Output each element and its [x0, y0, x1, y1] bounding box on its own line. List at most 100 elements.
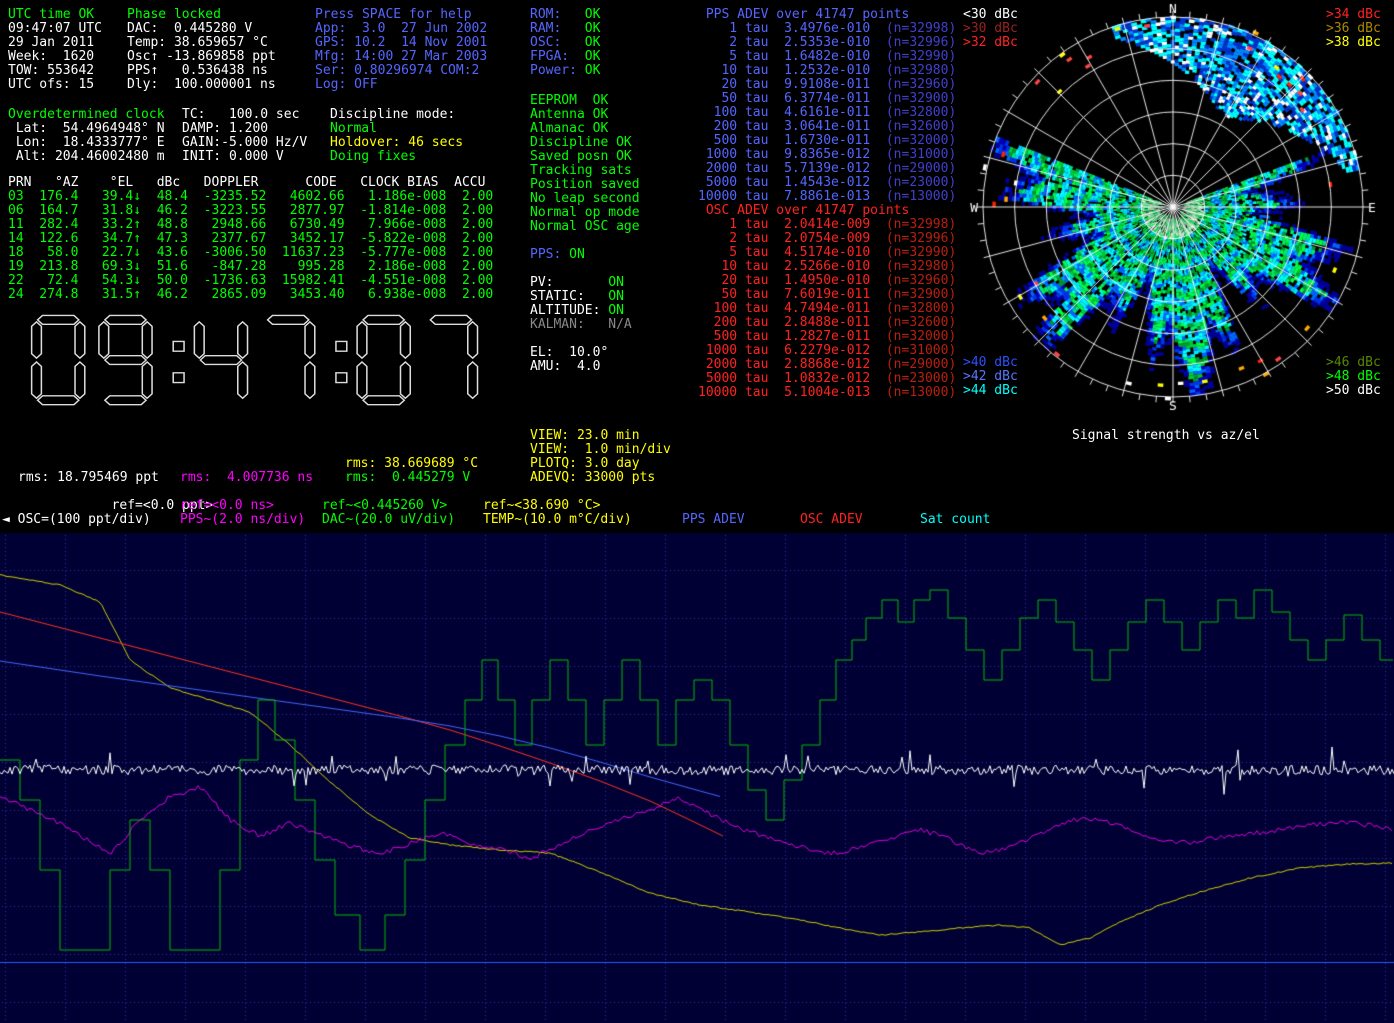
receiver-mode: Overdetermined clock Lat: 54.4964948° N … [8, 108, 165, 164]
legend-osc-adev: OSC ADEV [800, 513, 863, 527]
pps-adev-table-line: 1 tau 3.4976e-010 (n=32998) [698, 22, 956, 36]
pps-adev-table-line: 5000 tau 1.4543e-012 (n=23000) [698, 176, 956, 190]
dbc-legend-bottom-right-line: >48 dBc [1326, 370, 1381, 384]
version-info-line: Ser: 0.80296974 COM:2 [315, 64, 487, 78]
gps-status-list-line: Discipline OK [530, 136, 640, 150]
rms-temp: rms: 38.669689 °C [345, 457, 478, 471]
hardware-status-line: FPGA: OK [530, 50, 600, 64]
dbc-legend-bottom-left-line: >42 dBc [963, 370, 1018, 384]
ref-scale-pps-line: PPS~(2.0 ns/div) [180, 513, 305, 527]
dbc-legend-bottom-right: >46 dBc>48 dBc>50 dBc [1326, 356, 1381, 398]
oscillator-status-line: PPS↑ 0.536438 ns [127, 64, 276, 78]
hardware-status-line: OSC: OK [530, 36, 600, 50]
legend-sat-count: Sat count [920, 513, 990, 527]
pps-adev-table-line: 2 tau 2.5353e-010 (n=32996) [698, 36, 956, 50]
hardware-status-line: RAM: OK [530, 22, 600, 36]
osc-adev-table-line: 200 tau 2.8488e-011 (n=32600) [698, 316, 956, 330]
gps-status-list-line: Antenna OK [530, 108, 640, 122]
pps-state: PPS: ON [530, 248, 585, 262]
receiver-mode-line: Alt: 204.46002480 m [8, 150, 165, 164]
ref-scale-pps-line: ref=<0.0 ns> [180, 499, 305, 513]
receiver-flags-line: STATIC: ON [530, 290, 632, 304]
discipline-params-line: INIT: 0.000 V [182, 150, 307, 164]
satellite-table-line: 11 282.4 33.2↑ 48.8 2948.66 6730.49 7.96… [8, 218, 493, 232]
osc-adev-table-line: OSC ADEV over 41747 points [698, 204, 956, 218]
osc-adev-table-line: 5000 tau 1.0832e-012 (n=23000) [698, 372, 956, 386]
osc-adev-table-line: 5 tau 4.5174e-010 (n=32990) [698, 246, 956, 260]
hardware-status-line: Power: OK [530, 64, 600, 78]
satellite-table-line: 22 72.4 54.3↓ 50.0 -1736.63 15982.41 -4.… [8, 274, 493, 288]
oscillator-status-line: Phase locked [127, 8, 276, 22]
oscillator-status-line: Temp: 38.659657 °C [127, 36, 276, 50]
discipline-mode: Discipline mode:NormalHoldover: 46 secsD… [330, 108, 463, 164]
dbc-legend-top-left-line: >30 dBc [963, 22, 1018, 36]
pps-adev-table-line: 100 tau 4.6161e-011 (n=32800) [698, 106, 956, 120]
discipline-mode-line: Normal [330, 122, 463, 136]
elevation-mask-line: EL: 10.0° [530, 346, 608, 360]
hardware-status: ROM: OKRAM: OKOSC: OKFPGA: OKPower: OK [530, 8, 600, 78]
utc-status-line: TOW: 553642 [8, 64, 102, 78]
legend-pps-adev-line: PPS ADEV [682, 513, 745, 527]
version-info: Press SPACE for helpApp: 3.0 27 Jun 2002… [315, 8, 487, 92]
elevation-mask-line: AMU: 4.0 [530, 360, 608, 374]
dbc-legend-bottom-left: >40 dBc>42 dBc>44 dBc [963, 356, 1018, 398]
pps-state-line: PPS: ON [530, 248, 585, 262]
discipline-params-line: TC: 100.0 sec [182, 108, 307, 122]
receiver-flags: PV: ONSTATIC: ONALTITUDE: ONKALMAN: N/A [530, 276, 632, 332]
osc-adev-table-line: 10000 tau 5.1004e-013 (n=13000) [698, 386, 956, 400]
dbc-legend-top-left-line: >32 dBc [963, 36, 1018, 50]
dbc-legend-top-left-line: <30 dBc [963, 8, 1018, 22]
receiver-flags-line: KALMAN: N/A [530, 318, 632, 332]
utc-status-line: 09:47:07 UTC [8, 22, 102, 36]
elevation-mask: EL: 10.0°AMU: 4.0 [530, 346, 608, 374]
polar-satellite-map [965, 0, 1381, 416]
satellite-table-line: 19 213.8 69.3↓ 51.6 -847.28 995.28 2.186… [8, 260, 493, 274]
gps-status-list-line: No leap second [530, 192, 640, 206]
version-info-line: Press SPACE for help [315, 8, 487, 22]
ref-scale-dac-line: DAC~(20.0 uV/div) [322, 513, 455, 527]
pps-adev-table-line: 10000 tau 7.8861e-013 (n=13000) [698, 190, 956, 204]
version-info-line: Log: OFF [315, 78, 487, 92]
osc-adev-table-line: 100 tau 4.7494e-011 (n=32800) [698, 302, 956, 316]
dbc-legend-bottom-right-line: >50 dBc [1326, 384, 1381, 398]
utc-status: UTC time OK09:47:07 UTC29 Jan 2011Week: … [8, 8, 102, 92]
osc-adev-table-line: 10 tau 2.5266e-010 (n=32980) [698, 260, 956, 274]
satellite-table-line: 14 122.6 34.7↑ 47.3 2377.67 3452.17 -5.8… [8, 232, 493, 246]
polar-caption-line: Signal strength vs az/el [1072, 429, 1260, 443]
receiver-flags-line: ALTITUDE: ON [530, 304, 632, 318]
view-info-line: VIEW: 1.0 min/div [530, 443, 671, 457]
gps-status-list-line: Position saved [530, 178, 640, 192]
rms-pps-line: rms: 4.007736 ns [180, 471, 313, 485]
legend-sat-count-line: Sat count [920, 513, 990, 527]
gps-status-list-line: EEPROM OK [530, 94, 640, 108]
legend-pps-adev: PPS ADEV [682, 513, 745, 527]
dbc-legend-top-right-line: >36 dBc [1326, 22, 1381, 36]
ref-scale-temp: ref~<38.690 °C>TEMP~(10.0 m°C/div) [483, 499, 632, 527]
rms-temp-line: rms: 38.669689 °C [345, 457, 478, 471]
dbc-legend-top-right-line: >34 dBc [1326, 8, 1381, 22]
osc-adev-table-line: 2000 tau 2.8868e-012 (n=29000) [698, 358, 956, 372]
pps-adev-table-line: 500 tau 1.6730e-011 (n=32000) [698, 134, 956, 148]
satellite-table-line: PRN °AZ °EL dBc DOPPLER CODE CLOCK BIAS … [8, 176, 493, 190]
osc-adev-table-line: 50 tau 7.6019e-011 (n=32900) [698, 288, 956, 302]
pps-adev-table-line: 50 tau 6.3774e-011 (n=32900) [698, 92, 956, 106]
osc-adev-table-line: 20 tau 1.4950e-010 (n=32960) [698, 274, 956, 288]
version-info-line: Mfg: 14:00 27 Mar 2003 [315, 50, 487, 64]
dbc-legend-bottom-right-line: >46 dBc [1326, 356, 1381, 370]
dbc-legend-top-right: >34 dBc>36 dBc>38 dBc [1326, 8, 1381, 50]
rms-pps: rms: 4.007736 ns [180, 471, 313, 485]
oscillator-status: Phase lockedDAC: 0.445280 VTemp: 38.6596… [127, 8, 276, 92]
pps-adev-table-line: 20 tau 9.9108e-011 (n=32960) [698, 78, 956, 92]
hardware-status-line: ROM: OK [530, 8, 600, 22]
gps-status-list-line: Normal op mode [530, 206, 640, 220]
pps-adev-table-line: 2000 tau 5.7139e-012 (n=29000) [698, 162, 956, 176]
discipline-params: TC: 100.0 secDAMP: 1.200GAIN:-5.000 Hz/V… [182, 108, 307, 164]
osc-adev-table-line: 2 tau 2.0754e-009 (n=32996) [698, 232, 956, 246]
history-plot [0, 533, 1394, 1023]
dbc-legend-top-left: <30 dBc>30 dBc>32 dBc [963, 8, 1018, 50]
receiver-mode-line: Lat: 54.4964948° N [8, 122, 165, 136]
satellite-table-line: 18 58.0 22.7↓ 43.6 -3006.50 11637.23 -5.… [8, 246, 493, 260]
osc-adev-table-line: 1 tau 2.0414e-009 (n=32998) [698, 218, 956, 232]
pps-adev-table-line: PPS ADEV over 41747 points [698, 8, 956, 22]
oscillator-status-line: Osc↑ -13.869858 ppt [127, 50, 276, 64]
